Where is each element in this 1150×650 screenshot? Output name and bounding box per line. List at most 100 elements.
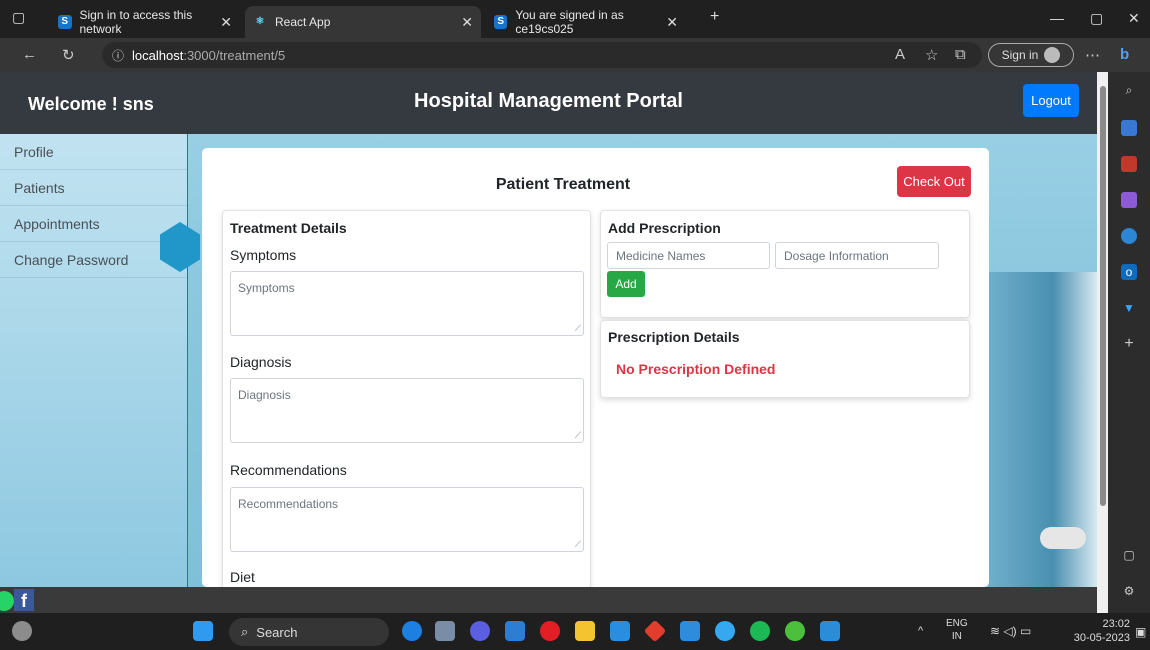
settings-gear-icon[interactable]: ⚙ [1121,583,1137,599]
search-icon: ⌕ [241,624,249,639]
sidebar-item-appointments[interactable]: Appointments [0,206,187,242]
office-app-icon[interactable] [643,619,667,643]
medicine-placeholder: Medicine Names [616,249,706,263]
treatment-title: Patient Treatment [495,176,631,193]
task-view-icon[interactable] [435,621,455,641]
prescription-details-panel: Prescription Details No Prescription Def… [600,320,970,398]
edge-icon[interactable] [715,621,735,641]
dosage-information-input[interactable]: Dosage Information [775,242,939,269]
symptoms-label: Symptoms [230,247,297,263]
add-prescription-heading: Add Prescription [608,220,721,236]
games-icon[interactable] [1121,192,1137,208]
tab-actions-icon[interactable]: ▢ [12,9,25,26]
taskbar-search[interactable]: ⌕ Search [229,618,389,646]
url-field[interactable]: ⓘ localhost:3000/treatment/5 [102,42,982,68]
symptoms-input[interactable]: Symptoms ⟋ [230,271,584,336]
add-icon[interactable]: + [1121,336,1137,352]
stethoscope-decor [1040,527,1086,549]
chevron-up-icon[interactable]: ^ [918,625,923,637]
url-host: localhost [132,47,184,63]
resize-grip-icon[interactable]: ⟋ [575,323,581,334]
sidebar-nav: Profile Patients Appointments Change Pas… [0,134,188,587]
add-prescription-panel: Add Prescription Medicine Names Dosage I… [600,210,970,318]
start-icon[interactable] [193,621,213,641]
whatsapp-icon[interactable] [0,591,14,611]
favorite-icon[interactable]: ☆ [925,46,938,64]
logout-button[interactable]: Logout [1023,84,1079,117]
copilot-icon[interactable]: b [1120,46,1129,63]
node-icon[interactable] [785,621,805,641]
url-path: :3000/treatment/5 [183,47,286,63]
language-indicator[interactable]: ENG IN [946,617,968,643]
clock[interactable]: 23:02 30-05-2023 [1060,617,1130,645]
add-prescription-button[interactable]: Add [607,271,645,297]
dosage-placeholder: Dosage Information [784,249,889,263]
tab-title: You are signed in as ce19cs025 [515,8,624,36]
wifi-volume-battery-icon[interactable]: ≋ ◁) ▭ [990,624,1031,638]
dropbox-icon[interactable] [680,621,700,641]
symptoms-placeholder: Symptoms [238,281,295,295]
page-scrollbar[interactable] [1097,72,1108,613]
widgets-icon[interactable] [12,621,32,641]
new-tab-icon[interactable]: + [710,8,719,26]
resize-grip-icon[interactable]: ⟋ [575,539,581,550]
site-favicon-icon: S [494,15,508,29]
desktop-icon[interactable] [505,621,525,641]
windows-taskbar: ⌕ Search ^ ENG IN ≋ ◁) ▭ 23:02 30-05-202… [0,613,1150,650]
profile-sign-in-button[interactable]: Sign in [988,43,1074,67]
search-label: Search [256,624,298,640]
search-icon[interactable]: ⌕ [1121,82,1137,98]
sidebar-item-profile[interactable]: Profile [0,134,187,170]
tab-close-icon[interactable]: ✕ [220,14,232,31]
sidebar-toggle-icon[interactable]: ▢ [1121,547,1137,563]
send-icon[interactable]: ▼ [1121,300,1137,316]
facebook-icon[interactable]: f [14,589,34,611]
back-icon[interactable]: ← [22,46,37,63]
close-window-icon[interactable]: ✕ [1128,10,1140,27]
tab-sign-in[interactable]: S Sign in to access this network ✕ [50,6,240,38]
scrollbar-thumb[interactable] [1100,86,1106,506]
lang-code: ENG [946,618,968,629]
teams-icon[interactable] [470,621,490,641]
diagnosis-label: Diagnosis [230,354,292,370]
tools-icon[interactable] [1121,156,1137,172]
diagnosis-input[interactable]: Diagnosis ⟋ [230,378,584,443]
treatment-details-panel: Treatment Details Symptoms Symptoms ⟋ Di… [222,210,591,587]
opera-icon[interactable] [540,621,560,641]
diagnosis-placeholder: Diagnosis [238,388,291,402]
read-aloud-icon[interactable]: A [895,46,905,63]
tab-title: Sign in to access this network [79,8,193,36]
tab-signed-in[interactable]: S You are signed in as ce19cs025 ✕ [486,6,686,38]
resize-grip-icon[interactable]: ⟋ [575,430,581,441]
sign-in-label: Sign in [1001,48,1039,62]
tab-title: React App [275,15,331,29]
recommendations-input[interactable]: Recommendations ⟋ [230,487,584,552]
tab-close-icon[interactable]: ✕ [666,14,678,31]
check-out-button[interactable]: Check Out [897,166,971,197]
treatment-details-heading: Treatment Details [230,220,347,236]
more-icon[interactable]: ⋯ [1085,46,1100,64]
refresh-icon[interactable]: ↻ [62,46,75,64]
tab-close-icon[interactable]: ✕ [461,14,473,31]
maximize-icon[interactable]: ▢ [1090,10,1103,27]
collections-icon[interactable]: ⧉ [955,46,966,63]
mail-icon[interactable] [610,621,630,641]
site-favicon-icon: S [58,15,72,29]
medicine-names-input[interactable]: Medicine Names [607,242,770,269]
avatar [1044,47,1061,63]
empty-prescription-message: No Prescription Defined [616,361,776,377]
office-icon[interactable] [1121,228,1137,244]
minimize-icon[interactable]: — [1050,10,1064,26]
outlook-icon[interactable]: o [1121,264,1137,280]
shopping-icon[interactable] [1121,120,1137,136]
tab-react-app[interactable]: ⚛ React App ✕ [245,6,481,38]
vscode-icon[interactable] [820,621,840,641]
file-explorer-icon[interactable] [575,621,595,641]
sidebar-item-patients[interactable]: Patients [0,170,187,206]
notification-icon[interactable]: ▣ [1135,625,1146,639]
spotify-icon[interactable] [750,621,770,641]
recommendations-label: Recommendations [230,462,347,478]
copilot-app-icon[interactable] [402,621,422,641]
lang-region: IN [951,631,962,642]
sidebar-item-change-password[interactable]: Change Password [0,242,187,278]
